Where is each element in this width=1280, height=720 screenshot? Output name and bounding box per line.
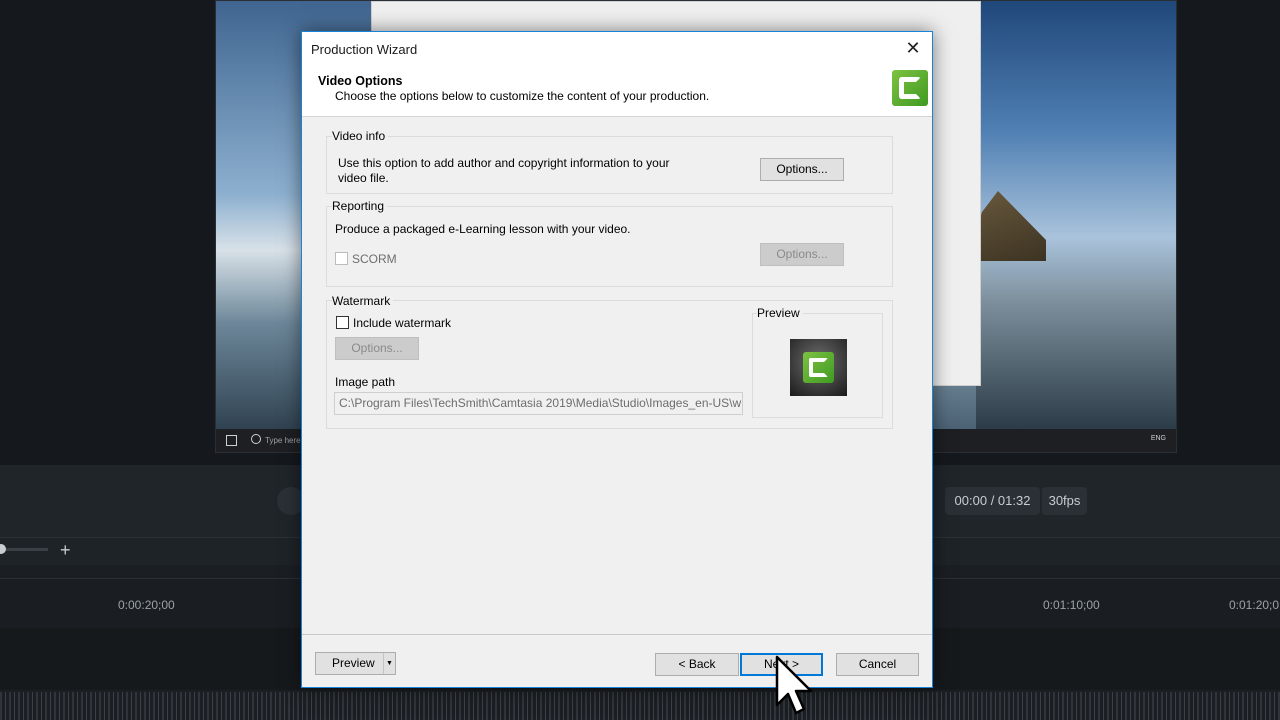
reporting-description: Produce a packaged e-Learning lesson wit… (335, 222, 631, 236)
footer-divider (302, 634, 932, 635)
zoom-in-icon[interactable]: + (60, 540, 71, 561)
fps-display: 30fps (1042, 487, 1087, 515)
video-info-description: video file. (338, 171, 389, 185)
include-watermark-label: Include watermark (353, 316, 452, 330)
reporting-options-button[interactable]: Options... (760, 243, 844, 266)
video-info-label: Video info (332, 129, 389, 143)
watermark-label: Watermark (332, 294, 394, 308)
image-path-label: Image path (335, 375, 396, 389)
scorm-checkbox[interactable] (335, 252, 348, 265)
close-icon[interactable]: ✕ (894, 32, 932, 65)
wizard-header: Video Options Choose the options below t… (302, 65, 932, 117)
taskbar-tray: ENG (1150, 435, 1166, 442)
image-path-field[interactable]: C:\Program Files\TechSmith\Camtasia 2019… (334, 392, 743, 415)
watermark-preview-label: Preview (757, 306, 803, 320)
video-info-options-button[interactable]: Options... (760, 158, 844, 181)
video-info-description: Use this option to add author and copyri… (338, 156, 670, 170)
dialog-titlebar[interactable]: Production Wizard ✕ (302, 32, 932, 65)
zoom-slider[interactable] (0, 548, 48, 551)
time-display: 00:00 / 01:32 (945, 487, 1040, 515)
page-title: Video Options (318, 74, 403, 88)
ruler-tick-label: 0:01:20;0 (1229, 598, 1280, 612)
production-wizard-dialog: Production Wizard ✕ Video Options Choose… (301, 31, 933, 688)
audio-waveform (0, 692, 1280, 720)
watermark-preview-image (790, 339, 847, 396)
scorm-label: SCORM (352, 252, 397, 266)
reporting-label: Reporting (332, 199, 388, 213)
taskbar-search: Type here (251, 434, 301, 445)
dialog-title: Production Wizard (311, 42, 418, 57)
chevron-down-icon[interactable]: ▼ (383, 653, 395, 674)
watermark-options-button[interactable]: Options... (335, 337, 419, 360)
back-button[interactable]: < Back (655, 653, 739, 676)
mouse-cursor-icon (775, 655, 813, 715)
preview-button-label: Preview (332, 656, 375, 670)
ruler-tick-label: 0:01:10;00 (1043, 598, 1100, 612)
page-subtitle: Choose the options below to customize th… (335, 89, 710, 103)
camtasia-logo-icon (892, 70, 928, 106)
include-watermark-checkbox[interactable] (336, 316, 349, 329)
cancel-button[interactable]: Cancel (836, 653, 919, 676)
ruler-tick-label: 0:00:20;00 (118, 598, 175, 612)
windows-start-icon (226, 435, 237, 446)
preview-split-button[interactable]: Preview ▼ (315, 652, 396, 675)
